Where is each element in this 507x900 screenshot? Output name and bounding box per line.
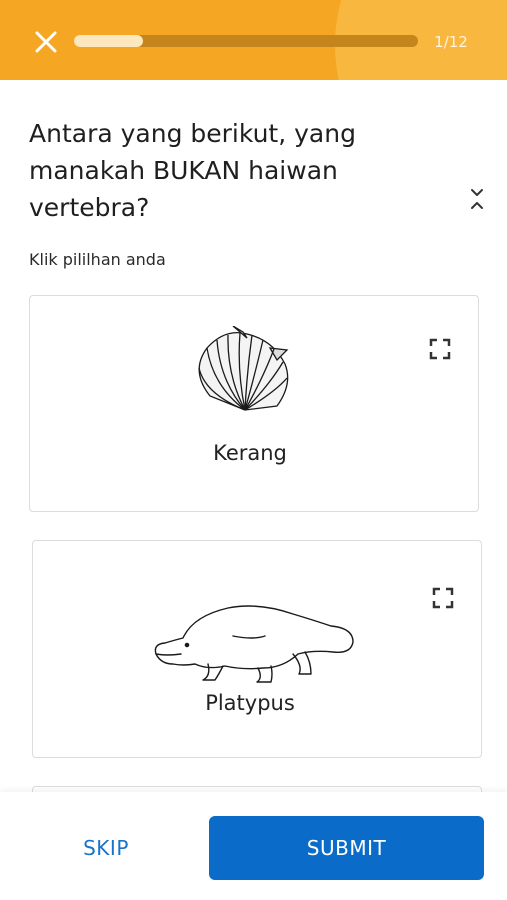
option-card-platypus[interactable]: Platypus — [32, 540, 482, 758]
expand-icon — [432, 587, 454, 609]
top-bar: 1/12 — [0, 0, 507, 80]
progress-counter: 1/12 — [434, 33, 468, 51]
progress-bar — [74, 35, 418, 47]
option-card-kerang[interactable]: Kerang — [29, 295, 479, 512]
submit-button[interactable]: SUBMIT — [209, 816, 484, 880]
skip-button[interactable]: SKIP — [50, 822, 162, 874]
question-text: Antara yang berikut, yang manakah BUKAN … — [29, 119, 356, 222]
expand-button[interactable] — [432, 587, 454, 609]
expand-button[interactable] — [429, 338, 451, 360]
scallop-shell-icon — [198, 326, 289, 411]
expand-icon — [429, 338, 451, 360]
bottom-action-bar: SKIP SUBMIT — [0, 792, 507, 900]
collapse-button[interactable] — [464, 186, 490, 214]
option-label: Kerang — [213, 441, 287, 465]
option-label: Platypus — [205, 691, 295, 715]
instruction-text: Klik pililhan anda — [29, 250, 166, 269]
collapse-chevrons-icon — [471, 189, 483, 209]
platypus-icon — [154, 605, 354, 683]
close-icon — [35, 31, 57, 53]
progress-bar-fill — [74, 35, 143, 47]
close-button[interactable] — [30, 26, 62, 58]
